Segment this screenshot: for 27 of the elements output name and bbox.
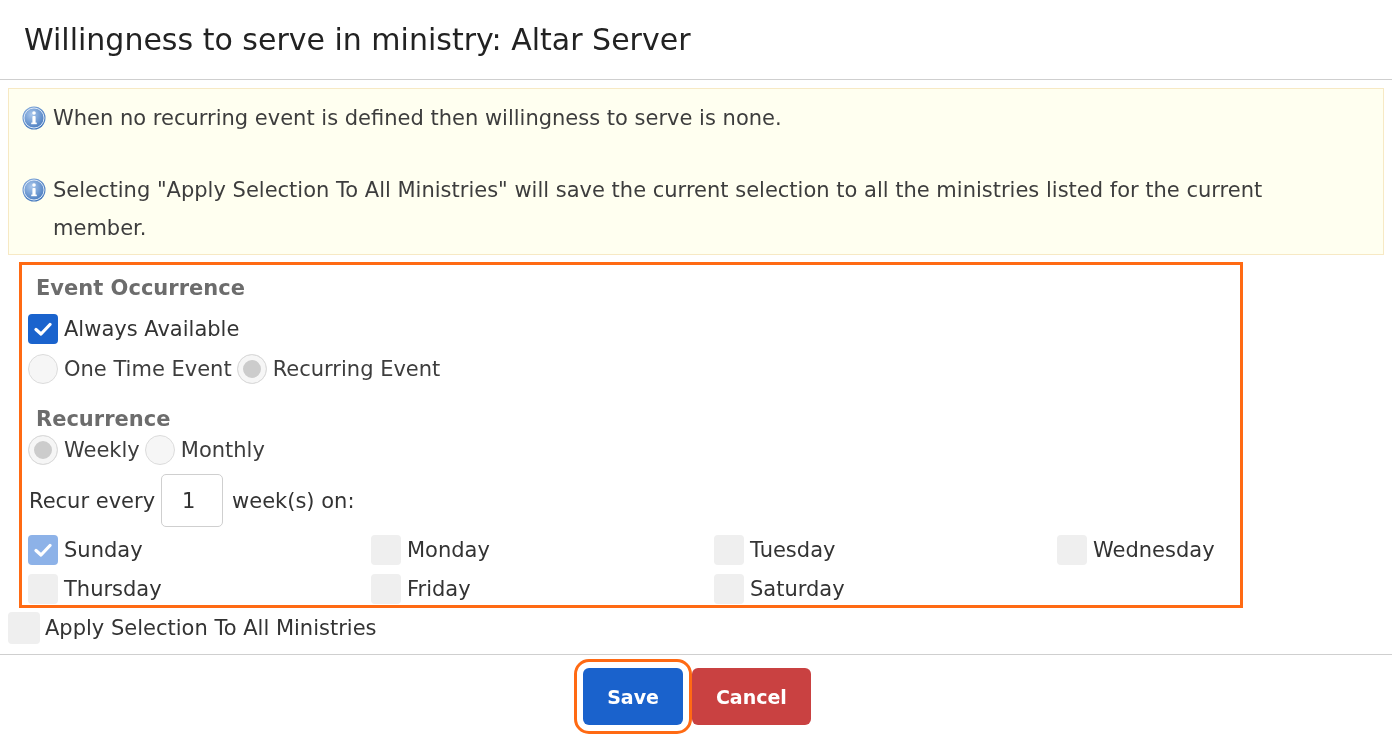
section-heading: Recurrence <box>35 406 172 433</box>
day-label: Tuesday <box>750 538 836 562</box>
checkbox[interactable] <box>28 314 58 344</box>
day-label: Wednesday <box>1093 538 1215 562</box>
radio-label: One Time Event <box>64 357 232 381</box>
checkmark-icon <box>34 322 52 336</box>
day-label: Saturday <box>750 577 845 601</box>
day-label: Friday <box>407 577 471 601</box>
cancel-button[interactable]: Cancel <box>691 668 811 725</box>
checkmark-icon <box>34 543 52 557</box>
day-label: Monday <box>407 538 490 562</box>
info-icon <box>22 106 46 130</box>
radio-label: Recurring Event <box>272 357 441 381</box>
recur-label: week(s) on: <box>232 488 355 513</box>
section-heading: Event Occurrence <box>35 275 246 302</box>
info-icon <box>22 178 46 202</box>
checkbox-label: Always Available <box>64 317 240 341</box>
checkbox-label: Apply Selection To All Ministries <box>45 616 377 640</box>
interval-field[interactable]: 1 <box>161 474 224 527</box>
radio-label: Monthly <box>180 438 265 462</box>
notice-text: Selecting "Apply Selection To All Ministries" will save the current selection to all the ministries listed for the current member. <box>53 177 1264 242</box>
day-label: Sunday <box>64 538 143 562</box>
dialog-title: Willingness to serve in ministry: Altar Server <box>24 22 691 57</box>
notice-text: When no recurring event is defined then willingness to serve is none. <box>53 105 782 132</box>
day-label: Thursday <box>64 577 162 601</box>
radio-label: Weekly <box>64 438 140 462</box>
recur-label: Recur every <box>29 488 156 513</box>
